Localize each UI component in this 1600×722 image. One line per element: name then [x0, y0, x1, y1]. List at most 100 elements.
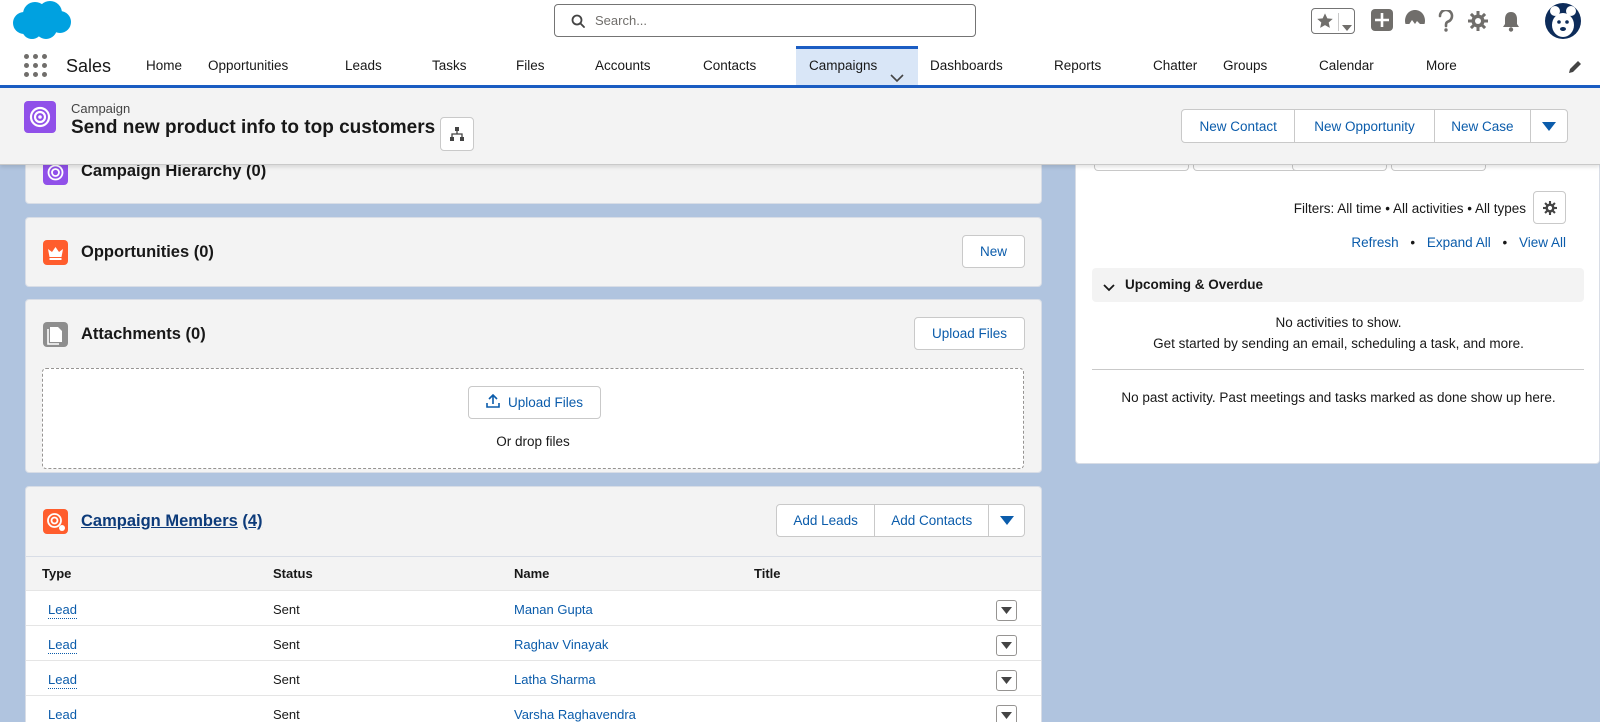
member-name-link[interactable]: Raghav Vinayak	[514, 637, 608, 652]
upload-files-label: Upload Files	[507, 395, 584, 410]
members-more-button[interactable]	[989, 505, 1024, 536]
nav-label: Groups	[1223, 58, 1268, 73]
record-title: Send new product info to top customers	[71, 117, 436, 138]
help-icon[interactable]	[1438, 8, 1454, 35]
global-search-input[interactable]: Search...	[554, 4, 976, 37]
trailhead-guidance-icon[interactable]	[1403, 9, 1427, 34]
drop-files-text: Or drop files	[496, 434, 570, 449]
member-type-link[interactable]: Lead	[48, 672, 77, 689]
attachment-file-icon	[43, 322, 68, 347]
record-type-label: Campaign	[71, 101, 131, 116]
caret-down-icon	[1542, 119, 1557, 134]
notifications-bell-icon[interactable]	[1501, 10, 1521, 35]
nav-item-more[interactable]: More	[1426, 46, 1457, 85]
upload-files-header-button[interactable]: Upload Files	[914, 317, 1025, 350]
campaign-members-table: Type Status Name Title Lead Sent Manan G…	[26, 556, 1041, 722]
nav-item-tasks[interactable]: Tasks	[432, 46, 467, 85]
nav-label: Accounts	[595, 58, 651, 73]
upcoming-overdue-title: Upcoming & Overdue	[1125, 277, 1264, 292]
card-title: Opportunities (0)	[81, 243, 214, 261]
more-actions-button[interactable]	[1531, 110, 1567, 142]
member-name-link[interactable]: Varsha Raghavendra	[514, 707, 636, 722]
add-leads-button[interactable]: Add Leads	[777, 505, 876, 536]
caret-down-icon	[1001, 642, 1012, 649]
file-drop-zone[interactable]: Upload Files Or drop files	[42, 368, 1024, 469]
nav-label: Tasks	[432, 58, 467, 73]
nav-item-campaigns[interactable]: Campaigns	[796, 46, 918, 85]
nav-item-contacts[interactable]: Contacts	[703, 46, 756, 85]
caret-down-icon	[1001, 677, 1012, 684]
nav-item-chatter[interactable]: Chatter	[1153, 46, 1197, 85]
user-avatar[interactable]	[1544, 2, 1582, 43]
no-activities-text: No activities to show.	[1275, 315, 1402, 330]
table-row: Lead Sent Manan Gupta	[26, 590, 1041, 625]
nav-label: Campaigns	[809, 58, 878, 73]
nav-item-dashboards[interactable]: Dashboards	[930, 46, 1003, 85]
member-type-link[interactable]: Lead	[48, 707, 77, 722]
refresh-link[interactable]: Refresh	[1351, 235, 1398, 250]
member-type-link[interactable]: Lead	[48, 602, 77, 619]
edit-nav-pencil-icon[interactable]	[1567, 59, 1583, 78]
column-header-type: Type	[42, 566, 72, 581]
nav-item-calendar[interactable]: Calendar	[1319, 46, 1374, 85]
member-type-link[interactable]: Lead	[48, 637, 77, 654]
nav-item-files[interactable]: Files	[516, 46, 545, 85]
favorites-button[interactable]	[1311, 8, 1355, 34]
row-actions-button[interactable]	[996, 600, 1017, 621]
new-case-button[interactable]: New Case	[1435, 110, 1532, 142]
salesforce-logo-icon[interactable]	[10, 0, 72, 45]
divider	[1338, 13, 1339, 31]
nav-item-groups[interactable]: Groups	[1223, 46, 1267, 85]
app-launcher-icon[interactable]	[24, 54, 48, 78]
nav-item-home[interactable]: Home	[146, 46, 182, 85]
member-name-link[interactable]: Latha Sharma	[514, 672, 596, 687]
row-actions-button[interactable]	[996, 670, 1017, 691]
caret-down-icon	[1001, 712, 1012, 719]
table-header-row: Type Status Name Title	[26, 556, 1041, 590]
global-header: Search...	[0, 0, 1600, 46]
new-opportunity-button[interactable]: New Opportunity	[1295, 110, 1435, 142]
search-icon	[571, 14, 585, 31]
record-header: Campaign Send new product info to top cu…	[0, 88, 1600, 165]
card-title: Campaign Members	[81, 512, 238, 530]
setup-gear-icon[interactable]	[1468, 11, 1488, 34]
upload-files-button[interactable]: Upload Files	[468, 386, 601, 419]
gear-icon	[1543, 201, 1557, 218]
nav-item-opportunities[interactable]: Opportunities	[208, 46, 288, 85]
global-actions-add-icon[interactable]	[1371, 9, 1393, 34]
upcoming-overdue-section-toggle[interactable]: Upcoming & Overdue	[1092, 268, 1584, 302]
campaign-members-title-link[interactable]: Campaign Members (4)	[81, 512, 263, 531]
separator-dot: •	[1502, 235, 1508, 250]
activity-filters-text: Filters: All time • All activities • All…	[1293, 201, 1526, 216]
new-contact-button[interactable]: New Contact	[1182, 110, 1296, 142]
activity-filter-settings-button[interactable]	[1533, 191, 1566, 224]
view-all-link[interactable]: View All	[1519, 235, 1566, 250]
separator-dot: •	[1410, 235, 1416, 250]
column-header-status: Status	[273, 566, 313, 581]
column-header-title: Title	[754, 566, 781, 581]
new-opportunity-card-button[interactable]: New	[962, 235, 1025, 268]
campaign-icon	[24, 101, 56, 133]
add-contacts-button[interactable]: Add Contacts	[875, 505, 990, 536]
nav-label: Calendar	[1319, 58, 1374, 73]
get-started-text: Get started by sending an email, schedul…	[1153, 336, 1524, 351]
row-actions-button[interactable]	[996, 705, 1017, 722]
nav-item-accounts[interactable]: Accounts	[595, 46, 651, 85]
record-actions-group: New Contact New Opportunity New Case	[1181, 109, 1568, 143]
caret-down-icon	[999, 513, 1014, 528]
app-navigation-bar: Sales Home Opportunities Leads Tasks Fil…	[0, 46, 1600, 120]
members-actions-group: Add Leads Add Contacts	[776, 504, 1025, 537]
member-status: Sent	[273, 637, 300, 652]
nav-item-reports[interactable]: Reports	[1054, 46, 1101, 85]
opportunities-card: Opportunities (0) New	[25, 217, 1042, 287]
table-row: Lead Sent Varsha Raghavendra	[26, 695, 1041, 722]
divider	[1092, 369, 1584, 370]
row-actions-button[interactable]	[996, 635, 1017, 656]
member-status: Sent	[273, 602, 300, 617]
activity-timeline-panel: Filters: All time • All activities • All…	[1075, 150, 1600, 464]
table-row: Lead Sent Raghav Vinayak	[26, 625, 1041, 660]
nav-item-leads[interactable]: Leads	[345, 46, 382, 85]
expand-all-link[interactable]: Expand All	[1427, 235, 1491, 250]
member-name-link[interactable]: Manan Gupta	[514, 602, 593, 617]
view-hierarchy-button[interactable]	[440, 117, 474, 151]
